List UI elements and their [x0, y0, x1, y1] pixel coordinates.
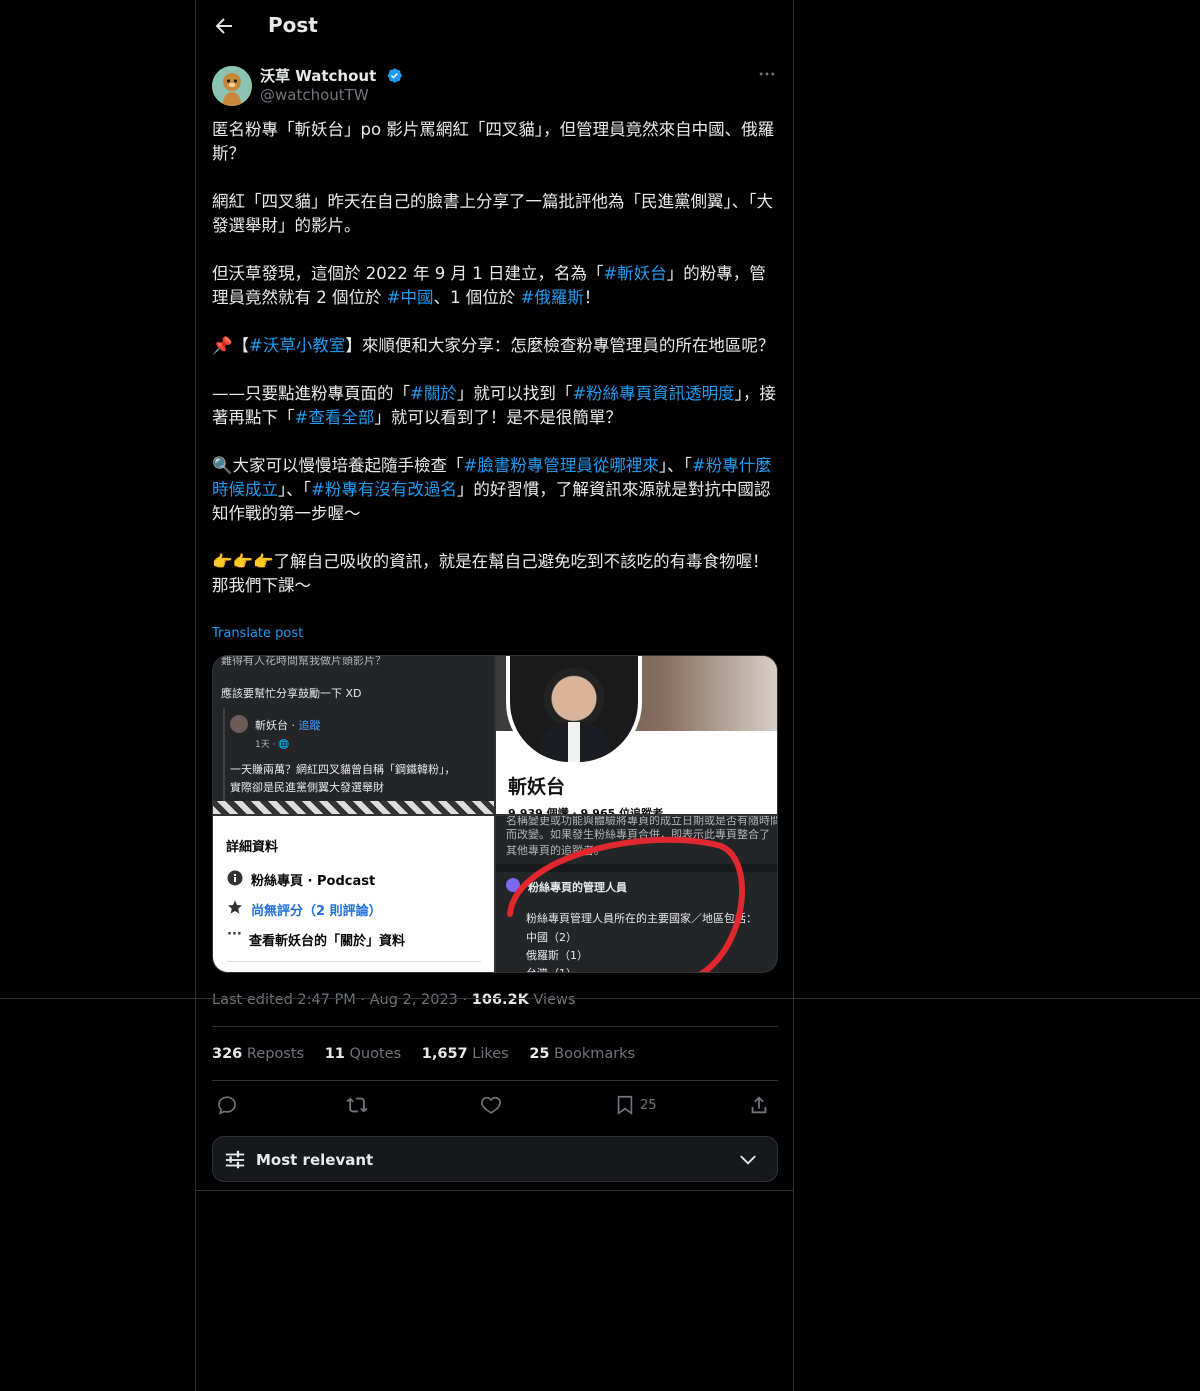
post-paragraph: 👉👉👉了解自己吸收的資訊，就是在幫自己避免吃到不該吃的有毒食物喔！那我們下課～: [212, 552, 769, 595]
post-paragraph: ——只要點進粉專頁面的「#關於」就可以找到「#粉絲專頁資訊透明度」，接著再點下「…: [212, 382, 778, 430]
text-run: 】來順便和大家分享：怎麼檢查粉專管理員的所在地區呢？: [345, 336, 775, 355]
fb-follow-link: 追蹤: [298, 719, 321, 732]
post-paragraph: 🔍大家可以慢慢培養起隨手檢查「#臉書粉專管理員從哪裡來」、「#粉專什麼時候成立」…: [212, 454, 778, 526]
hashtag-link[interactable]: #粉絲專頁資訊透明度: [572, 384, 734, 403]
share-icon[interactable]: [748, 1092, 770, 1118]
hashtag-link[interactable]: #臉書粉專管理員從哪裡來: [464, 456, 659, 475]
fb-page-title: 斬妖台: [508, 776, 566, 798]
media-grid: 難得有人花時間幫我做片頭影片？ 應該要幫忙分享鼓勵一下 XD 斬妖台 · 追蹤 …: [212, 655, 778, 973]
hashtag-link[interactable]: #俄羅斯: [521, 288, 584, 307]
post-text: 匿名粉專「斬妖台」po 影片罵網紅「四叉貓」，但管理員竟然來自中國、俄羅斯？ 網…: [212, 118, 778, 622]
media-image-1[interactable]: 難得有人花時間幫我做片頭影片？ 應該要幫忙分享鼓勵一下 XD 斬妖台 · 追蹤 …: [213, 656, 494, 814]
text-run: 但沃草發現，這個於 2022 年 9 月 1 日建立，名為「: [212, 264, 604, 283]
back-arrow-icon[interactable]: [212, 14, 236, 38]
views-count: 106.2K: [471, 992, 529, 1008]
hashtag-link[interactable]: #粉專有沒有改過名: [311, 480, 457, 499]
fb-page-stats: 9,939 個讚 · 9,965 位追蹤者: [508, 807, 664, 814]
info-icon: [227, 870, 243, 886]
details-row: 查看斬妖台的「關於」資料: [249, 934, 406, 949]
more-dots-icon: ···: [227, 927, 242, 942]
likes-stat[interactable]: 1,657 Likes: [422, 1046, 509, 1062]
views-label: Views: [528, 992, 576, 1008]
hashtag-link[interactable]: #沃草小教室: [249, 336, 345, 355]
reposts-stat[interactable]: 326 Reposts: [212, 1046, 304, 1062]
hashtag-link[interactable]: #查看全部: [295, 408, 375, 427]
author-name[interactable]: 沃草 Watchout: [260, 65, 403, 86]
patterned-strip: [213, 801, 494, 814]
text-run: 、1 個位於: [433, 288, 521, 307]
text-run: 」就可以看到了！是不是很簡單？: [374, 408, 622, 427]
quotes-count: 11: [324, 1046, 345, 1062]
text-run: ——只要點進粉專頁面的「: [212, 384, 410, 403]
header-bar: Post: [196, 0, 793, 53]
repost-icon[interactable]: [346, 1092, 368, 1118]
post-paragraph: 網紅「四叉貓」昨天在自己的臉書上分享了一篇批評他為「民進黨側翼」、「大發選舉財」…: [212, 192, 773, 235]
fb-post-time: 1天 · 🌐: [255, 740, 290, 750]
action-bar: 25: [212, 1092, 778, 1120]
bookmark-count[interactable]: 25: [640, 1098, 657, 1113]
hashtag-link[interactable]: #斬妖台: [603, 264, 666, 283]
fb-page-name: 斬妖台 · 追蹤: [255, 719, 321, 732]
bookmark-icon[interactable]: [614, 1092, 636, 1118]
details-row: 尚無評分（2 則評論）: [251, 904, 382, 919]
text-run: 📌【: [212, 336, 250, 355]
reposts-count: 326: [212, 1046, 243, 1062]
reposts-label: Reposts: [242, 1046, 305, 1062]
quotes-label: Quotes: [344, 1046, 402, 1062]
avatar[interactable]: [212, 66, 252, 106]
bookmarks-label: Bookmarks: [549, 1046, 636, 1062]
bookmarks-count: 25: [529, 1046, 550, 1062]
hashtag-link[interactable]: #關於: [410, 384, 457, 403]
text-run: 」、「: [658, 456, 692, 475]
page-title: Post: [268, 13, 318, 37]
viewport-divider-line: [0, 998, 1200, 999]
media-image-3[interactable]: 詳細資料 粉絲專頁 · Podcast 尚無評分（2 則評論） ··· 查看斬妖…: [213, 816, 494, 972]
star-icon: [228, 900, 242, 914]
fb-quote-line: 一天賺兩萬？網紅四叉貓曾自稱「鋼鐵韓粉」，: [230, 763, 456, 776]
sliders-icon: [225, 1150, 245, 1169]
fb-post-text: 難得有人花時間幫我做片頭影片？: [221, 656, 386, 667]
reply-sort-dropdown[interactable]: Most relevant: [212, 1136, 778, 1182]
fb-quote-line: 實際卻是民進黨側翼大發選舉財: [230, 781, 384, 794]
media-image-4[interactable]: 名稱變更或功能與體驗將專頁的成立日期或是否有隨時間 而改變。如果發生粉絲專頁合併…: [496, 816, 777, 972]
author-name-text: 沃草 Watchout: [260, 67, 377, 85]
red-circle-annotation: [507, 836, 745, 972]
post-paragraph: 但沃草發現，這個於 2022 年 9 月 1 日建立，名為「#斬妖台」的粉專，管…: [212, 262, 778, 310]
verified-badge-icon: [387, 68, 402, 83]
sort-label: Most relevant: [256, 1151, 374, 1169]
edited-timestamp[interactable]: Last edited 2:47 PM · Aug 2, 2023 ·: [212, 992, 472, 1008]
post-paragraph: 📌【#沃草小教室】來順便和大家分享：怎麼檢查粉專管理員的所在地區呢？: [212, 334, 778, 358]
text-run: 」、「: [278, 480, 311, 499]
fb-page-name-text: 斬妖台: [255, 719, 288, 732]
details-row: 粉絲專頁 · Podcast: [251, 874, 376, 889]
page-avatar: [230, 715, 248, 733]
divider: [212, 1026, 778, 1027]
fb-post-text: 應該要幫忙分享鼓勵一下 XD: [221, 687, 362, 700]
text-run: 🔍大家可以慢慢培養起隨手檢查「: [212, 456, 464, 475]
details-heading: 詳細資料: [226, 840, 279, 855]
main-column: Post 沃草 Watchout @watchoutTW 匿名粉專「斬妖台」po…: [195, 0, 794, 1391]
divider: [212, 1080, 778, 1081]
divider: [227, 961, 481, 962]
likes-label: Likes: [467, 1046, 509, 1062]
more-options-icon[interactable]: [757, 64, 777, 84]
engagement-stats: 326 Reposts 11 Quotes 1,657 Likes 25 Boo…: [212, 1046, 651, 1062]
bookmarks-stat[interactable]: 25 Bookmarks: [529, 1046, 635, 1062]
quotes-stat[interactable]: 11 Quotes: [325, 1046, 401, 1062]
like-heart-icon[interactable]: [480, 1092, 502, 1118]
author-handle[interactable]: @watchoutTW: [260, 86, 369, 104]
post-paragraph: 匿名粉專「斬妖台」po 影片罵網紅「四叉貓」，但管理員竟然來自中國、俄羅斯？: [212, 120, 775, 163]
translate-post-link[interactable]: Translate post: [212, 626, 303, 641]
text-run: 」就可以找到「: [456, 384, 573, 403]
likes-count: 1,657: [421, 1046, 468, 1062]
profile-photo: [506, 656, 642, 766]
reply-icon[interactable]: [216, 1092, 238, 1118]
post-meta: Last edited 2:47 PM · Aug 2, 2023 · 106.…: [212, 992, 575, 1008]
otter-mascot-icon: [212, 66, 252, 106]
section-divider: [195, 1190, 794, 1191]
hashtag-link[interactable]: #中國: [387, 288, 434, 307]
text-run: ！: [583, 288, 601, 307]
chevron-down-icon: [740, 1155, 756, 1165]
media-image-2[interactable]: 斬妖台 9,939 個讚 · 9,965 位追蹤者: [496, 656, 777, 814]
